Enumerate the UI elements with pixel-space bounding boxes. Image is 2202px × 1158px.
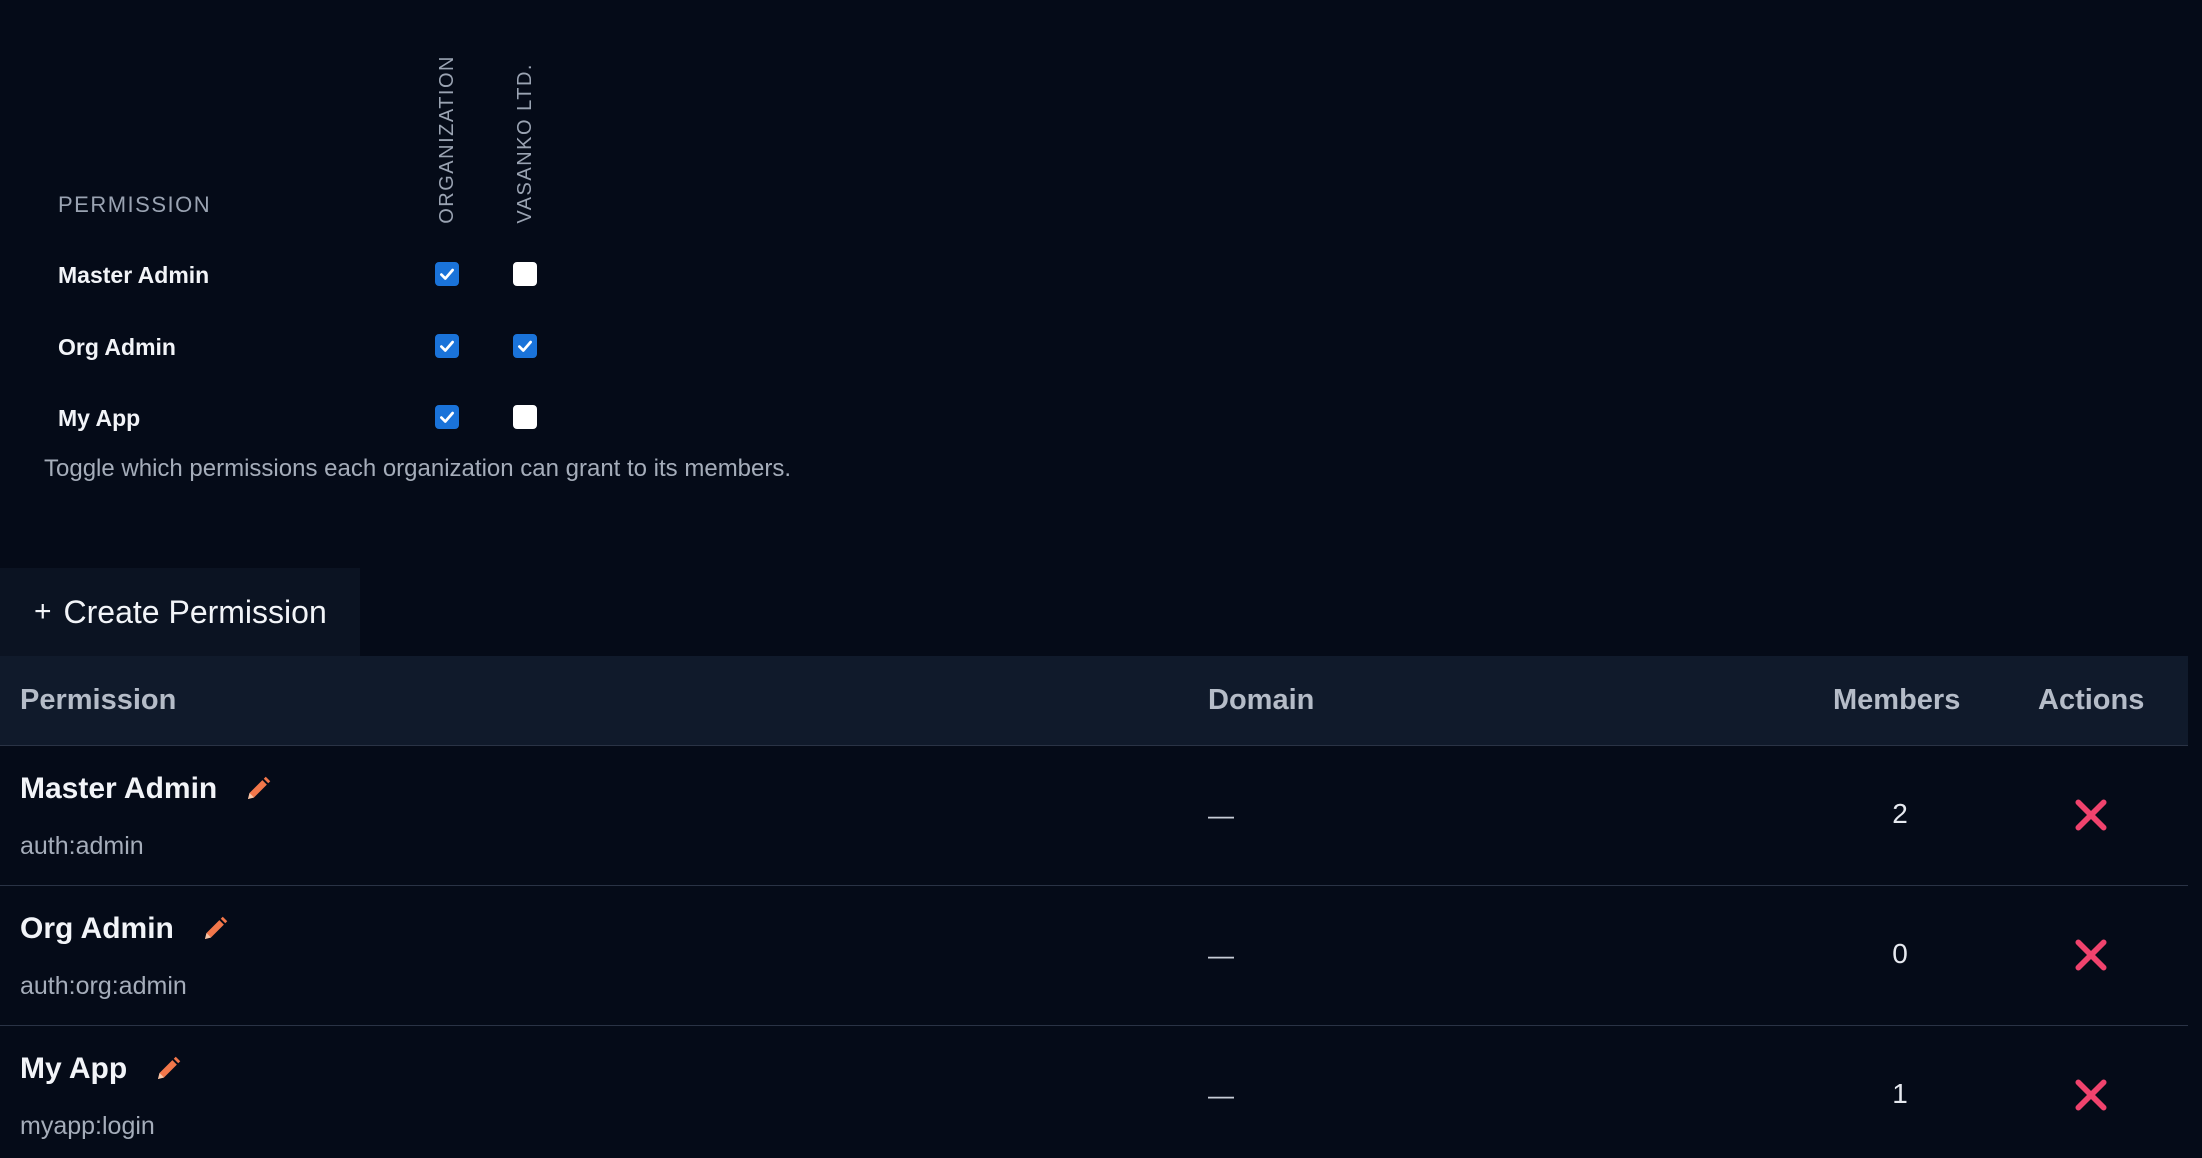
permission-name-cell: Master Admin bbox=[20, 772, 273, 806]
matrix-row-master-admin: Master Admin bbox=[58, 254, 578, 294]
permission-name-cell: Org Admin bbox=[20, 912, 230, 946]
matrix-row-my-app: My App bbox=[58, 397, 578, 437]
header-members: Members bbox=[1833, 684, 1961, 716]
checkbox-org-admin-vasanko[interactable] bbox=[513, 334, 537, 358]
permission-domain: — bbox=[1208, 1080, 1234, 1110]
matrix-row-label: Master Admin bbox=[58, 262, 210, 288]
check-icon bbox=[440, 340, 454, 352]
checkbox-master-admin-organization[interactable] bbox=[435, 262, 459, 286]
permissions-page: ORGANIZATION VASANKO LTD. PERMISSION Mas… bbox=[0, 0, 2202, 1158]
checkbox-master-admin-vasanko[interactable] bbox=[513, 262, 537, 286]
plus-icon: + bbox=[34, 595, 52, 628]
close-icon[interactable] bbox=[2072, 936, 2110, 974]
checkbox-org-admin-organization[interactable] bbox=[435, 334, 459, 358]
permission-code: myapp:login bbox=[20, 1112, 155, 1140]
matrix-row-org-admin: Org Admin bbox=[58, 326, 578, 366]
column-header-vasanko-ltd: VASANKO LTD. bbox=[513, 63, 536, 224]
permission-name: Org Admin bbox=[20, 912, 174, 945]
checkbox-my-app-vasanko[interactable] bbox=[513, 405, 537, 429]
checkbox-my-app-organization[interactable] bbox=[435, 405, 459, 429]
pencil-icon[interactable] bbox=[243, 774, 273, 804]
table-header: Permission Domain Members Actions bbox=[0, 656, 2188, 746]
permission-domain: — bbox=[1208, 940, 1234, 970]
matrix-row-label: My App bbox=[58, 405, 141, 431]
matrix-permission-header: PERMISSION bbox=[58, 192, 212, 217]
permission-code: auth:org:admin bbox=[20, 972, 187, 1000]
permissions-table: Permission Domain Members Actions Master… bbox=[0, 656, 2188, 1158]
permission-code: auth:admin bbox=[20, 832, 144, 860]
check-icon bbox=[440, 411, 454, 423]
check-icon bbox=[440, 268, 454, 280]
permission-members-count: 1 bbox=[1892, 1078, 1908, 1109]
header-actions: Actions bbox=[2038, 684, 2145, 716]
create-permission-button[interactable]: + Create Permission bbox=[0, 568, 360, 656]
check-icon bbox=[518, 340, 532, 352]
header-permission: Permission bbox=[20, 684, 177, 716]
table-row: My App myapp:login — 1 bbox=[0, 1026, 2188, 1158]
permission-name: Master Admin bbox=[20, 772, 218, 805]
pencil-icon[interactable] bbox=[200, 914, 230, 944]
pencil-icon[interactable] bbox=[153, 1054, 183, 1084]
permission-domain: — bbox=[1208, 800, 1234, 830]
matrix-row-label: Org Admin bbox=[58, 334, 176, 360]
table-row: Master Admin auth:admin — 2 bbox=[0, 746, 2188, 886]
permission-members-count: 2 bbox=[1892, 798, 1908, 829]
table-row: Org Admin auth:org:admin — 0 bbox=[0, 886, 2188, 1026]
permission-members-count: 0 bbox=[1892, 938, 1908, 969]
matrix-hint-text: Toggle which permissions each organizati… bbox=[44, 455, 792, 482]
close-icon[interactable] bbox=[2072, 1076, 2110, 1114]
column-header-organization: ORGANIZATION bbox=[435, 55, 458, 224]
permission-name-cell: My App bbox=[20, 1052, 183, 1086]
close-icon[interactable] bbox=[2072, 796, 2110, 834]
create-permission-label: Create Permission bbox=[63, 593, 327, 630]
permission-name: My App bbox=[20, 1052, 128, 1085]
header-domain: Domain bbox=[1208, 684, 1315, 716]
